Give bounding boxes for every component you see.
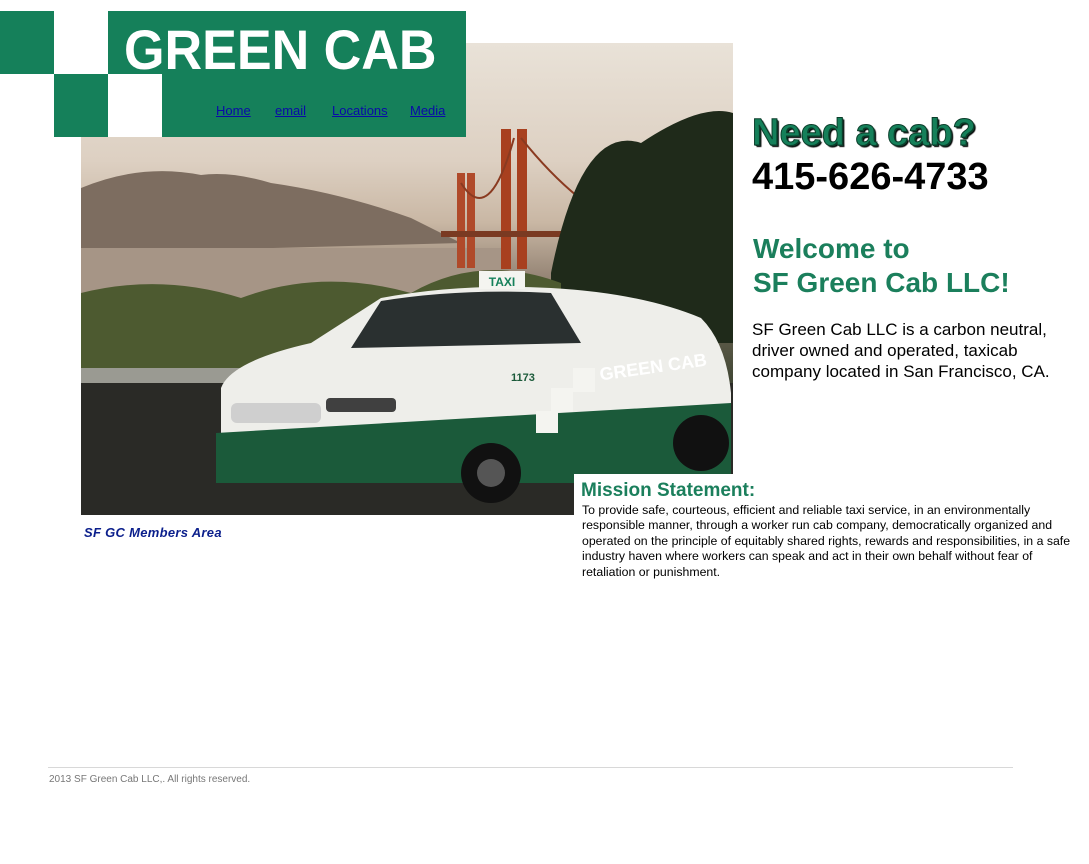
welcome-line-1: Welcome to xyxy=(753,233,910,264)
footer-divider xyxy=(48,767,1013,768)
nav-home-link[interactable]: Home xyxy=(216,103,251,118)
copyright-text: 2013 SF Green Cab LLC,. All rights reser… xyxy=(49,774,251,785)
nav-media-link[interactable]: Media xyxy=(410,103,445,118)
brand-wordmark: GREEN CAB xyxy=(124,18,437,81)
welcome-line-2: SF Green Cab LLC! xyxy=(753,267,1010,298)
car-number: 1173 xyxy=(511,372,535,384)
site-logo[interactable]: GREEN CAB Home email Locations Media xyxy=(0,11,466,137)
about-text: SF Green Cab LLC is a carbon neutral, dr… xyxy=(752,320,1050,381)
taxi-sign: TAXI xyxy=(489,275,515,289)
mission-text: To provide safe, courteous, efficient an… xyxy=(582,503,1071,579)
phone-number: 415-626-4733 xyxy=(752,156,989,198)
mission-title: Mission Statement: xyxy=(581,480,756,501)
nav-locations-link[interactable]: Locations xyxy=(332,103,388,118)
cta-headline: Need a cab? xyxy=(752,112,977,155)
members-area-link[interactable]: SF GC Members Area xyxy=(84,525,222,540)
welcome-heading: Welcome to SF Green Cab LLC! xyxy=(753,232,1073,300)
nav-email-link[interactable]: email xyxy=(275,103,306,118)
